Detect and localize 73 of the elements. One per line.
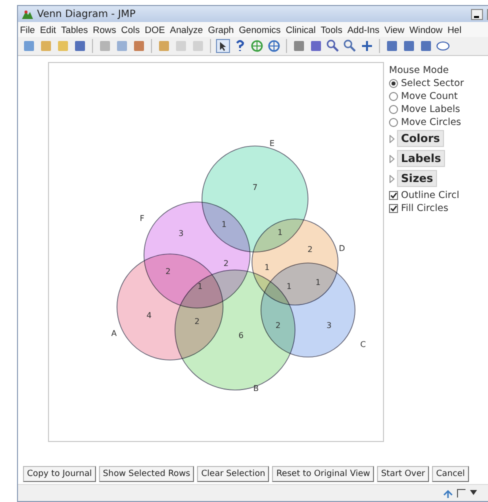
action-button[interactable]: Start Over (377, 466, 430, 482)
plus-icon[interactable] (360, 39, 374, 53)
menu-item[interactable]: Hel (447, 24, 462, 34)
disclosure-icon[interactable] (389, 134, 395, 142)
menu-item[interactable]: Analyze (170, 24, 203, 34)
action-button[interactable]: Reset to Original View (272, 466, 374, 482)
crosshair-icon[interactable] (250, 39, 264, 53)
radio-button[interactable] (389, 104, 398, 114)
action-button[interactable]: Show Selected Rows (98, 466, 194, 482)
disclosure-icon[interactable] (389, 174, 395, 182)
checkbox-label[interactable]: Outline Circl (401, 190, 460, 200)
action-button[interactable]: Cancel (432, 466, 469, 482)
region-count: 6 (238, 331, 244, 340)
region-count: 3 (326, 321, 332, 330)
radio-button[interactable] (389, 78, 398, 88)
menu-item[interactable]: Window (409, 24, 442, 34)
set-label: A (111, 329, 117, 338)
radio-button[interactable] (389, 92, 398, 100)
region-count: 2 (165, 267, 171, 276)
menu-item[interactable]: Rows (92, 24, 116, 34)
region-count: 2 (194, 317, 200, 326)
radio-label[interactable]: Move Circles (401, 116, 462, 128)
region-count: 3 (178, 229, 184, 238)
disclosure-icon[interactable] (389, 154, 395, 162)
menu-item[interactable]: Cols (121, 24, 140, 34)
set-label: B (253, 384, 259, 393)
region-count: 1 (264, 263, 270, 272)
window-title: Venn Diagram - JMP (37, 8, 137, 20)
region-count: 4 (146, 311, 152, 320)
region-count: 1 (197, 282, 203, 291)
menu-item[interactable]: Graph (208, 24, 234, 34)
ellipse-icon[interactable] (436, 39, 450, 53)
menu-item[interactable]: Clinical (286, 24, 316, 34)
menu-item[interactable]: Edit (40, 24, 56, 34)
checkbox[interactable] (389, 204, 398, 212)
app-logo-icon (22, 9, 33, 19)
region-count: 1 (221, 220, 227, 229)
menu-item[interactable]: Tables (61, 24, 88, 34)
menu-item[interactable]: DOE (144, 24, 165, 34)
minimize-icon[interactable] (471, 8, 483, 20)
menu-item[interactable]: Genomics (238, 24, 281, 34)
set-label: F (140, 214, 144, 223)
region-count: 2 (223, 259, 229, 268)
radio-label[interactable]: Move Labels (401, 104, 460, 114)
action-button[interactable]: Clear Selection (197, 466, 270, 482)
set-label: D (338, 244, 346, 253)
region-count: 7 (252, 183, 258, 192)
region-count: 2 (275, 321, 281, 330)
outline-header[interactable]: Sizes (397, 170, 438, 187)
radio-label[interactable]: Move Count (401, 90, 458, 102)
up-arrow-icon[interactable] (443, 488, 453, 498)
action-button[interactable]: Copy to Journal (23, 466, 96, 482)
region-count: 2 (307, 245, 313, 254)
dropdown-icon[interactable] (470, 490, 477, 496)
radio-label[interactable]: Select Sector (401, 78, 464, 88)
checkbox-label[interactable]: Fill Circles (401, 202, 448, 214)
set-label: E (269, 139, 275, 148)
region-count: 1 (286, 282, 292, 291)
outline-header[interactable]: Labels (397, 150, 446, 167)
checkbox[interactable] (389, 190, 398, 200)
panel-title: Mouse Mode (389, 65, 450, 76)
region-count: 1 (315, 278, 321, 287)
menu-item[interactable]: File (20, 24, 35, 34)
radio-button[interactable] (389, 118, 398, 126)
region-count: 1 (277, 228, 283, 237)
menu-item[interactable]: Add-Ins (347, 24, 380, 34)
set-label: C (360, 340, 366, 349)
menu-item[interactable]: Tools (320, 24, 342, 34)
magnifier-icon[interactable] (343, 39, 357, 53)
set-circle[interactable] (260, 262, 356, 358)
target-icon[interactable] (267, 39, 281, 53)
outline-header[interactable]: Colors (397, 130, 444, 147)
menu-item[interactable]: View (384, 24, 404, 34)
